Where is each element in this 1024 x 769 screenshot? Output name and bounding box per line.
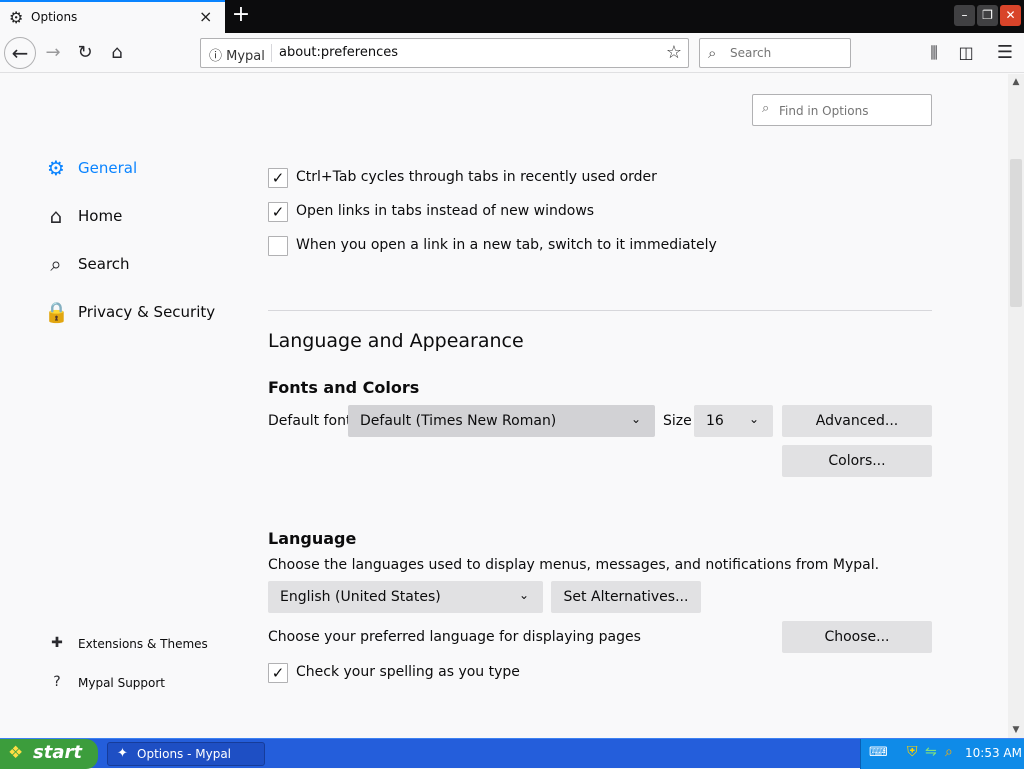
minimize-button[interactable]: – — [954, 5, 975, 26]
language-description: Choose the languages used to display men… — [268, 557, 880, 573]
set-alternatives-button[interactable]: Set Alternatives... — [551, 581, 701, 613]
chevron-down-icon: ⌄ — [748, 412, 759, 426]
vertical-scrollbar[interactable]: ▲ ▼ — [1008, 74, 1024, 738]
navigation-toolbar: ← → ↻ ⌂ ⓘ Mypal about:preferences ☆ ⌕ ⫼ … — [0, 33, 1024, 73]
font-size-select[interactable]: 16 ⌄ — [694, 405, 773, 437]
advanced-fonts-button[interactable]: Advanced... — [782, 405, 932, 437]
open-links-in-tabs-checkbox[interactable]: ✓ — [268, 202, 288, 222]
search-icon: ⌕ — [708, 44, 717, 62]
ui-language-select[interactable]: English (United States) ⌄ — [268, 581, 543, 613]
category-label: General — [78, 159, 138, 177]
taskbar: ❖ start ✦ Options - Mypal ⌨ ⛨ ⇋ ⌕ 10:53 … — [0, 738, 1024, 769]
preferences-page: ⌕ ⚙ General ⌂ Home ⌕ Search 🔒 Privacy & … — [0, 74, 1008, 738]
search-input[interactable] — [730, 44, 842, 62]
spell-check-label: Check your spelling as you type — [296, 664, 520, 680]
keyboard-icon[interactable]: ⌨ — [869, 745, 888, 760]
switch-to-new-tab-checkbox[interactable] — [268, 236, 288, 256]
choose-language-button[interactable]: Choose... — [782, 621, 932, 653]
new-tab-button[interactable]: + — [230, 3, 252, 27]
site-identity[interactable]: ⓘ Mypal — [209, 45, 265, 64]
category-label: Search — [78, 255, 130, 273]
network-icon[interactable]: ⇋ — [925, 744, 937, 760]
mypal-support-label: Mypal Support — [78, 676, 166, 690]
find-in-options-input[interactable] — [779, 102, 929, 120]
default-font-value: Default (Times New Roman) — [360, 413, 557, 429]
close-tab-icon[interactable]: × — [199, 7, 212, 26]
tab-options[interactable]: ⚙ Options × — [0, 0, 225, 33]
category-label: Privacy & Security — [78, 303, 216, 321]
close-window-button[interactable]: ✕ — [1000, 5, 1021, 26]
puzzle-icon: ✚ — [51, 635, 63, 651]
taskbar-item-label: Options - Mypal — [137, 747, 232, 761]
section-heading-language-appearance: Language and Appearance — [268, 330, 524, 352]
start-label: start — [33, 742, 82, 763]
sidebar-toggle-icon[interactable]: ◫ — [951, 38, 981, 68]
language-heading: Language — [268, 529, 357, 548]
clock: 10:53 AM — [965, 746, 1022, 760]
chevron-down-icon: ⌄ — [518, 588, 529, 602]
colors-button[interactable]: Colors... — [782, 445, 932, 477]
search-bar[interactable]: ⌕ — [699, 38, 851, 68]
preferred-language-description: Choose your preferred language for displ… — [268, 629, 641, 645]
scroll-up-icon[interactable]: ▲ — [1008, 74, 1024, 90]
url-bar[interactable]: ⓘ Mypal about:preferences ☆ — [200, 38, 689, 68]
security-shield-icon[interactable]: ⛨ — [907, 744, 918, 760]
lock-icon: 🔒 — [44, 300, 69, 324]
library-icon[interactable]: ⫼ — [919, 38, 949, 68]
url-text[interactable]: about:preferences — [279, 45, 398, 60]
ctrl-tab-label: Ctrl+Tab cycles through tabs in recently… — [296, 169, 657, 185]
find-in-options[interactable]: ⌕ — [752, 94, 932, 126]
default-font-label: Default font — [268, 413, 352, 429]
gear-icon: ⚙ — [47, 156, 65, 180]
chevron-down-icon: ⌄ — [630, 412, 641, 426]
hamburger-menu-icon[interactable]: ☰ — [990, 38, 1020, 68]
extensions-themes-label: Extensions & Themes — [78, 637, 208, 651]
reload-button[interactable]: ↻ — [70, 38, 100, 68]
category-label: Home — [78, 207, 123, 225]
gear-icon: ⚙ — [9, 8, 24, 27]
scrollbar-thumb[interactable] — [1010, 159, 1022, 307]
default-font-select[interactable]: Default (Times New Roman) ⌄ — [348, 405, 655, 437]
search-icon: ⌕ — [762, 101, 770, 116]
switch-to-new-tab-label: When you open a link in a new tab, switc… — [296, 237, 717, 253]
fonts-colors-heading: Fonts and Colors — [268, 378, 420, 397]
ui-language-value: English (United States) — [280, 589, 441, 605]
spell-check-checkbox[interactable]: ✓ — [268, 663, 288, 683]
system-tray: ⌨ ⛨ ⇋ ⌕ 10:53 AM — [860, 739, 1024, 769]
back-button[interactable]: ← — [4, 37, 36, 69]
search-icon: ⌕ — [50, 252, 62, 276]
taskbar-item-mypal[interactable]: ✦ Options - Mypal — [107, 742, 265, 766]
font-size-value: 16 — [706, 413, 724, 429]
bookmark-star-icon[interactable]: ☆ — [666, 42, 682, 63]
scroll-down-icon[interactable]: ▼ — [1008, 722, 1024, 738]
tab-strip: ⚙ Options × + – ❐ ✕ — [0, 0, 1024, 33]
maximize-button[interactable]: ❐ — [977, 5, 998, 26]
mypal-app-icon: ✦ — [117, 746, 128, 761]
open-links-in-tabs-label: Open links in tabs instead of new window… — [296, 203, 595, 219]
forward-button[interactable]: → — [38, 38, 68, 68]
font-size-label: Size — [663, 413, 692, 429]
search-icon[interactable]: ⌕ — [945, 744, 953, 760]
help-icon: ? — [53, 674, 61, 690]
home-button[interactable]: ⌂ — [102, 38, 132, 68]
tab-title: Options — [31, 10, 78, 24]
windows-logo-icon: ❖ — [8, 743, 24, 763]
url-divider — [271, 44, 272, 62]
section-divider — [268, 310, 932, 311]
home-icon: ⌂ — [49, 204, 63, 228]
start-button[interactable]: ❖ start — [0, 739, 98, 769]
ctrl-tab-checkbox[interactable]: ✓ — [268, 168, 288, 188]
